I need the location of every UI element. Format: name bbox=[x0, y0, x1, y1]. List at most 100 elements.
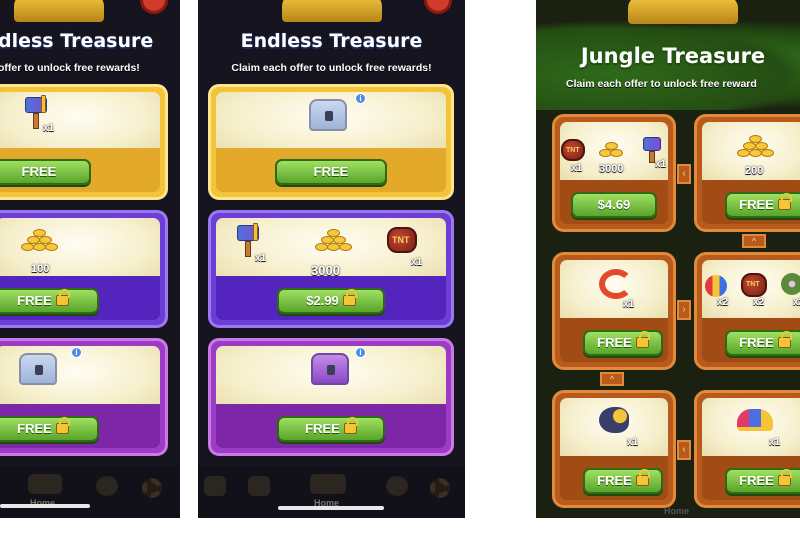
claim-button-label: FREE bbox=[739, 473, 774, 488]
offer-card: x1 FREE bbox=[0, 84, 168, 200]
arrow-up-icon: ^ bbox=[600, 372, 624, 386]
arrow-right-icon: › bbox=[677, 300, 691, 320]
tnt-barrel-icon: TNT bbox=[741, 273, 767, 297]
settings-gear-icon[interactable] bbox=[430, 478, 450, 498]
claim-button[interactable]: FREE bbox=[583, 330, 663, 356]
claim-button[interactable]: FREE bbox=[725, 468, 800, 494]
claim-button[interactable]: FREE bbox=[0, 159, 91, 185]
close-badge-icon[interactable] bbox=[424, 0, 452, 14]
disco-ball-icon bbox=[781, 273, 800, 295]
buy-button[interactable]: $4.69 bbox=[571, 192, 657, 218]
treasure-crown-icon bbox=[628, 0, 738, 24]
reward-count-b: x2 bbox=[753, 297, 765, 308]
home-nav-icon[interactable] bbox=[28, 474, 62, 494]
info-icon[interactable]: i bbox=[355, 93, 366, 104]
claim-button-label: FREE bbox=[739, 335, 774, 350]
offer-card: 100 FREE bbox=[0, 210, 168, 328]
lock-icon bbox=[342, 289, 357, 306]
reward-count: x1 bbox=[627, 437, 639, 448]
nav-home-label: Home bbox=[664, 506, 690, 516]
page-title: Endless Treasure bbox=[240, 30, 423, 52]
coin-amount: 200 bbox=[745, 165, 764, 177]
claim-button[interactable]: FREE bbox=[0, 288, 99, 314]
chest-icon bbox=[19, 353, 57, 385]
screenshot-middle: Endless Treasure Claim each offer to unl… bbox=[198, 0, 465, 518]
chest-icon bbox=[309, 99, 347, 131]
claim-button[interactable]: FREE bbox=[275, 159, 387, 185]
rocket-icon bbox=[705, 275, 727, 297]
reward-count: x1 bbox=[623, 299, 635, 310]
lock-icon bbox=[55, 289, 70, 306]
claim-button-label: FREE bbox=[597, 473, 632, 488]
claim-button[interactable]: FREE bbox=[725, 330, 800, 356]
settings-gear-icon[interactable] bbox=[142, 478, 162, 498]
trophy-nav-icon[interactable] bbox=[248, 476, 270, 496]
home-indicator bbox=[0, 504, 90, 508]
reward-count: x1 bbox=[769, 437, 781, 448]
arrow-left-icon: ‹ bbox=[677, 440, 691, 460]
claim-button[interactable]: FREE bbox=[0, 416, 99, 442]
lock-icon bbox=[777, 331, 792, 348]
screenshot-right: Jungle Treasure Claim each offer to unlo… bbox=[536, 0, 800, 518]
coin-amount: 100 bbox=[31, 263, 50, 275]
offer-card: x1 FREE bbox=[552, 390, 676, 508]
lock-icon bbox=[55, 417, 70, 434]
claim-button[interactable]: FREE bbox=[583, 468, 663, 494]
offer-card: i FREE bbox=[208, 338, 454, 456]
page-subtitle: Claim each offer to unlock free rewards! bbox=[231, 62, 432, 74]
arrow-up-icon: ^ bbox=[742, 234, 766, 248]
page-title: Jungle Treasure bbox=[580, 44, 766, 68]
info-icon[interactable]: i bbox=[355, 347, 366, 358]
offer-card: x1 FREE bbox=[694, 390, 800, 508]
screenshot-left: dless Treasure offer to unlock free rewa… bbox=[0, 0, 180, 518]
offer-card: TNT x1 3000 x1 $4.69 bbox=[552, 114, 676, 232]
offer-card: x2 TNT x2 x2 FREE bbox=[694, 252, 800, 370]
team-nav-icon[interactable] bbox=[386, 476, 408, 496]
treasure-crown-icon bbox=[282, 0, 382, 22]
offer-card: i FREE bbox=[0, 338, 168, 456]
info-icon[interactable]: i bbox=[71, 347, 82, 358]
tnt-count: x1 bbox=[571, 163, 583, 174]
offer-card: x1 3000 TNT x1 $2.99 bbox=[208, 210, 454, 328]
claim-button-label: FREE bbox=[597, 335, 632, 350]
treasure-crown-icon bbox=[14, 0, 104, 22]
coin-amount: 3000 bbox=[599, 163, 624, 175]
reward-count-a: x2 bbox=[717, 297, 729, 308]
claim-button[interactable]: FREE bbox=[725, 192, 800, 218]
hammer-count: x1 bbox=[655, 159, 667, 170]
jester-hat-icon bbox=[737, 409, 773, 431]
claim-button-label: FREE bbox=[739, 197, 774, 212]
bottom-nav: Home bbox=[198, 466, 465, 518]
claim-button-label: FREE bbox=[17, 293, 52, 308]
reward-count: x1 bbox=[43, 123, 55, 134]
lock-icon bbox=[777, 193, 792, 210]
reward-count-c: x2 bbox=[793, 297, 800, 308]
cannon-icon bbox=[599, 407, 629, 433]
home-indicator bbox=[278, 506, 384, 510]
arrow-left-icon: ‹ bbox=[677, 164, 691, 184]
buy-button[interactable]: $2.99 bbox=[277, 288, 385, 314]
offer-card: 200 FREE bbox=[694, 114, 800, 232]
tnt-barrel-icon: TNT bbox=[561, 139, 585, 161]
lock-icon bbox=[635, 331, 650, 348]
hammer-count: x1 bbox=[255, 253, 267, 264]
coin-amount: 3000 bbox=[311, 263, 340, 278]
boomerang-icon bbox=[599, 269, 633, 299]
chest-icon bbox=[311, 353, 349, 385]
team-nav-icon[interactable] bbox=[96, 476, 118, 496]
close-badge-icon[interactable] bbox=[140, 0, 168, 14]
home-nav-icon[interactable] bbox=[310, 474, 346, 494]
claim-button-label: FREE bbox=[305, 421, 340, 436]
lock-icon bbox=[777, 469, 792, 486]
tnt-count: x1 bbox=[411, 257, 423, 268]
page-subtitle: offer to unlock free rewards! bbox=[0, 62, 140, 74]
lock-icon bbox=[343, 417, 358, 434]
offer-card: i FREE bbox=[208, 84, 454, 200]
claim-button-label: FREE bbox=[17, 421, 52, 436]
offer-card: x1 FREE bbox=[552, 252, 676, 370]
lock-icon bbox=[635, 469, 650, 486]
page-subtitle: Claim each offer to unlock free reward bbox=[566, 78, 757, 90]
price-label: $2.99 bbox=[306, 293, 339, 308]
claim-button[interactable]: FREE bbox=[277, 416, 385, 442]
shop-nav-icon[interactable] bbox=[204, 476, 226, 496]
